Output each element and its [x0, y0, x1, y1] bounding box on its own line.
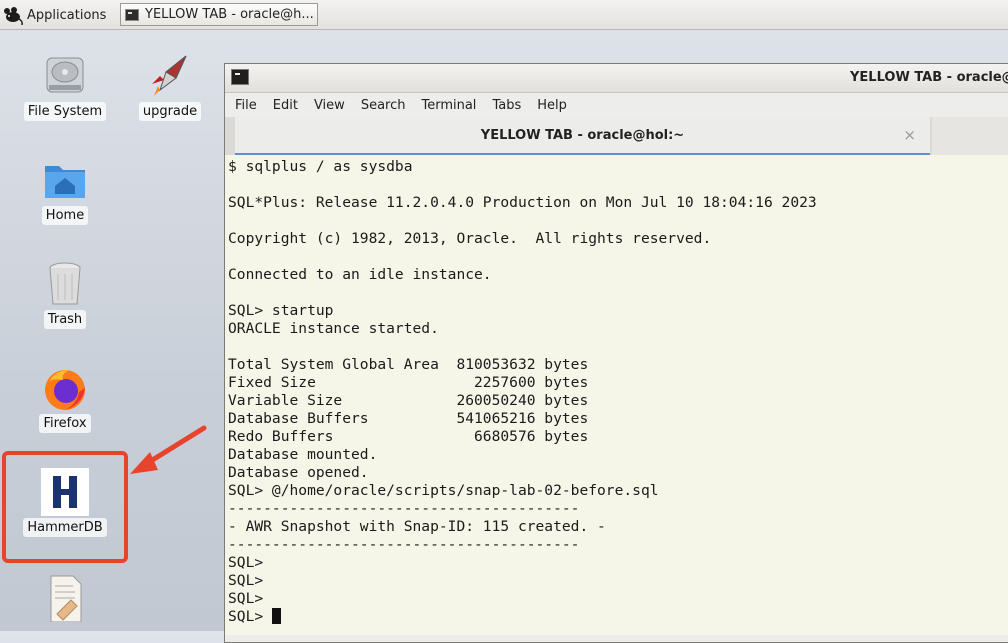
terminal-line: ----------------------------------------: [228, 536, 580, 553]
tab-yellow-tab[interactable]: YELLOW TAB - oracle@hol:~ ×: [235, 117, 930, 155]
terminal-line: $ sqlplus / as sysdba: [228, 158, 413, 175]
taskbar-terminal-button[interactable]: YELLOW TAB - oracle@h...: [120, 3, 318, 26]
window-title: YELLOW TAB - oracle@hol:~: [850, 70, 1008, 85]
terminal-line: SQL> @/home/oracle/scripts/snap-lab-02-b…: [228, 482, 659, 499]
annotation-arrow-icon: [130, 425, 207, 474]
menu-help[interactable]: Help: [537, 98, 567, 113]
rocket-icon: [152, 55, 187, 96]
menu-file[interactable]: File: [235, 98, 257, 113]
desktop-icon-label: upgrade: [138, 102, 202, 121]
terminal-line: Database Buffers 541065216 bytes: [228, 410, 589, 427]
terminal-prompt-line[interactable]: SQL>: [228, 608, 1008, 626]
annotation-highlight-box: [2, 451, 128, 563]
taskbar-label: YELLOW TAB - oracle@h...: [145, 7, 314, 22]
desktop-icon-document[interactable]: [22, 574, 108, 622]
menu-search[interactable]: Search: [361, 98, 406, 113]
tab-bar-empty: [932, 117, 1008, 155]
terminal-line: SQL>: [228, 572, 264, 589]
terminal-line: Copyright (c) 1982, 2013, Oracle. All ri…: [228, 230, 712, 247]
desktop-icon-home[interactable]: Home: [22, 156, 108, 225]
mouse-logo-icon: [4, 7, 23, 26]
applications-menu[interactable]: Applications: [2, 3, 106, 27]
terminal-window[interactable]: YELLOW TAB - oracle@hol:~ File Edit View…: [224, 63, 1008, 643]
terminal-line: SQL*Plus: Release 11.2.0.4.0 Production …: [228, 194, 817, 211]
terminal-line: Database mounted.: [228, 446, 378, 463]
window-titlebar[interactable]: YELLOW TAB - oracle@hol:~: [225, 64, 1008, 93]
desktop-icon-label: Home: [41, 206, 89, 225]
terminal-line: SQL>: [228, 554, 264, 571]
terminal-line: SQL>: [228, 608, 272, 625]
desktop-icon-label: File System: [23, 102, 107, 121]
terminal-line: ----------------------------------------: [228, 500, 580, 517]
desktop-icon-upgrade[interactable]: upgrade: [127, 52, 213, 121]
terminal-line: Database opened.: [228, 464, 369, 481]
home-folder-icon: [45, 166, 85, 198]
terminal-line: Redo Buffers 6680576 bytes: [228, 428, 589, 445]
tab-title: YELLOW TAB - oracle@hol:~: [480, 128, 685, 143]
top-panel: Applications YELLOW TAB - oracle@h...: [0, 0, 1008, 30]
terminal-line: SQL>: [228, 590, 264, 607]
terminal-line: Connected to an idle instance.: [228, 266, 492, 283]
terminal-cursor: [271, 608, 281, 624]
menu-view[interactable]: View: [314, 98, 345, 113]
terminal-line: Variable Size 260050240 bytes: [228, 392, 589, 409]
terminal-line: Fixed Size 2257600 bytes: [228, 374, 589, 391]
terminal-line: Total System Global Area 810053632 bytes: [228, 356, 589, 373]
close-icon[interactable]: ×: [903, 126, 916, 144]
menu-tabs[interactable]: Tabs: [492, 98, 521, 113]
desktop-icon-firefox[interactable]: Firefox: [22, 364, 108, 433]
document-icon: [50, 575, 82, 622]
desktop-icon-label: Trash: [43, 310, 87, 329]
terminal-icon: [125, 8, 139, 21]
terminal-line: - AWR Snapshot with Snap-ID: 115 created…: [228, 518, 606, 535]
firefox-icon: [45, 370, 85, 410]
terminal-line: SQL> startup: [228, 302, 334, 319]
tab-bar: YELLOW TAB - oracle@hol:~ ×: [225, 117, 1008, 156]
drive-icon: [46, 57, 84, 93]
applications-label: Applications: [27, 7, 107, 23]
terminal-line: ORACLE instance started.: [228, 320, 439, 337]
desktop-icon-trash[interactable]: Trash: [22, 260, 108, 329]
terminal-icon: [231, 69, 249, 85]
desktop-icon-label: Firefox: [39, 414, 91, 433]
terminal-output[interactable]: $ sqlplus / as sysdba SQL*Plus: Release …: [225, 155, 1008, 635]
menu-bar: File Edit View Search Terminal Tabs Help: [225, 93, 1008, 117]
desktop-icon-file-system[interactable]: File System: [22, 52, 108, 121]
menu-edit[interactable]: Edit: [273, 98, 298, 113]
menu-terminal[interactable]: Terminal: [421, 98, 476, 113]
trash-icon: [49, 262, 81, 305]
